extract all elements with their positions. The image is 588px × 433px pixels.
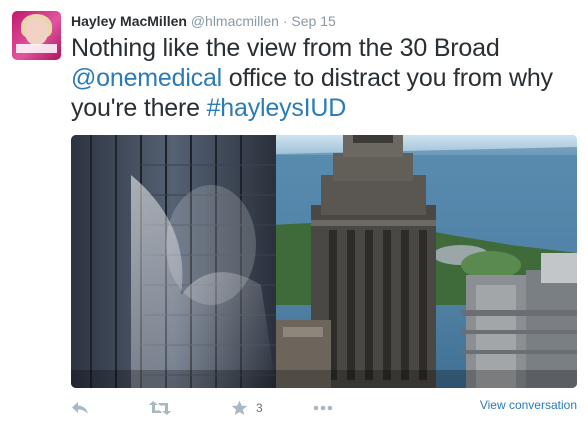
tweet-text: Nothing like the view from the 30 Broad … — [71, 33, 576, 123]
user-name[interactable]: Hayley MacMillen — [71, 13, 187, 29]
more-icon — [313, 405, 333, 411]
tweet: Hayley MacMillen @hlmacmillen · Sep 15 N… — [0, 0, 588, 433]
favorite-button[interactable]: 3 — [231, 393, 263, 423]
avatar-face — [25, 17, 48, 45]
user-handle[interactable]: @hlmacmillen — [191, 13, 279, 29]
city-skyline-photo — [71, 135, 577, 388]
reply-icon — [72, 402, 88, 414]
tweet-actions: 3 View conversation — [71, 393, 577, 423]
tweet-timestamp[interactable]: Sep 15 — [291, 13, 335, 29]
tweet-text-part: Nothing like the view from the 30 Broad — [71, 34, 500, 62]
reply-button[interactable] — [71, 393, 89, 423]
star-icon — [231, 400, 248, 415]
retweet-button[interactable] — [149, 393, 171, 423]
time-separator: · — [282, 13, 288, 29]
tweet-header: Hayley MacMillen @hlmacmillen · Sep 15 — [71, 12, 336, 30]
avatar[interactable] — [12, 11, 61, 60]
mention-link[interactable]: @onemedical — [71, 64, 222, 92]
favorite-count: 3 — [256, 401, 263, 415]
retweet-icon — [149, 401, 171, 415]
more-button[interactable] — [313, 393, 333, 423]
avatar-banner — [16, 44, 57, 53]
tweet-photo[interactable] — [71, 135, 577, 388]
hashtag-link[interactable]: #hayleysIUD — [207, 94, 347, 122]
view-conversation-link[interactable]: View conversation — [480, 393, 577, 417]
